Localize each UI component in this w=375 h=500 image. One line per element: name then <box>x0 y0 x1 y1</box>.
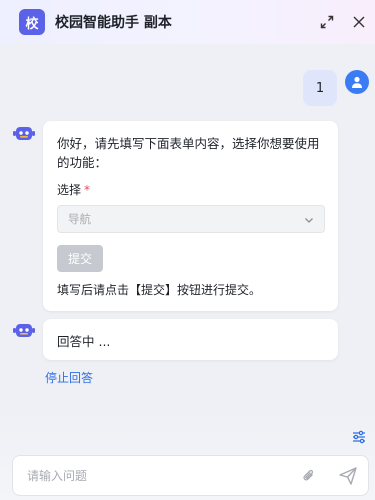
settings-button[interactable] <box>351 429 367 445</box>
required-mark: * <box>84 183 91 197</box>
chevron-down-icon <box>305 218 313 223</box>
app-title: 校园智能助手 副本 <box>55 15 172 31</box>
user-icon <box>352 76 362 88</box>
user-message-bubble: 1 <box>303 70 337 106</box>
settings-sliders-icon <box>353 430 365 444</box>
attach-button[interactable] <box>301 468 317 488</box>
header-bar: 校 校园智能助手 副本 <box>0 0 375 44</box>
send-button[interactable] <box>338 466 358 490</box>
close-icon <box>353 16 365 28</box>
question-input-box <box>12 455 369 496</box>
send-icon <box>339 467 357 485</box>
select-value: 导航 <box>68 212 91 226</box>
paperclip-icon <box>303 469 314 481</box>
select-field-label: 选择 * <box>57 181 90 198</box>
bot-message-card: 你好，请先填写下面表单内容，选择你想要使用的功能： 选择 * 导航 提交 填写后请… <box>43 121 338 311</box>
bot-avatar <box>13 322 35 340</box>
app-logo: 校 <box>19 9 45 35</box>
bot-answering-card: 回答中 ... <box>43 319 338 360</box>
submit-button[interactable]: 提交 <box>57 245 103 272</box>
bot-avatar <box>13 125 35 143</box>
robot-icon <box>13 324 35 337</box>
robot-icon <box>13 127 35 140</box>
bot-intro-text: 你好，请先填写下面表单内容，选择你想要使用的功能： <box>57 136 320 170</box>
question-input[interactable] <box>27 466 297 486</box>
function-select[interactable]: 导航 <box>57 205 325 233</box>
expand-icon <box>320 15 334 29</box>
stop-answer-link[interactable]: 停止回答 <box>45 369 93 386</box>
answering-text: 回答中 ... <box>57 334 111 349</box>
expand-button[interactable] <box>316 11 338 33</box>
submit-hint-text: 填写后请点击【提交】按钮进行提交。 <box>57 283 262 297</box>
field-label-text: 选择 <box>57 183 82 197</box>
close-button[interactable] <box>348 11 370 33</box>
user-avatar <box>345 70 369 94</box>
